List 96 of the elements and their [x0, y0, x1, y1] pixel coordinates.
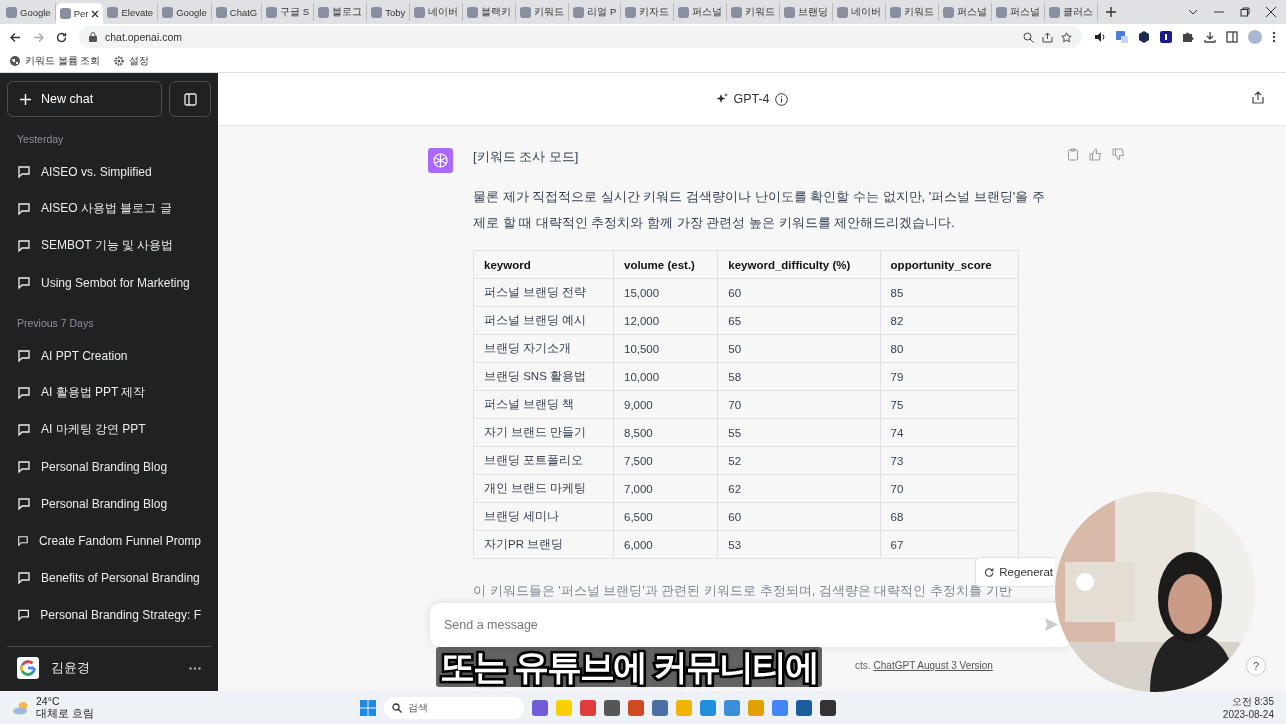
browser-tab[interactable]: 브랜딩: [780, 3, 834, 21]
table-cell: 퍼스널 브랜딩 예시: [473, 306, 614, 335]
chat-history-item[interactable]: Personal Branding Blog: [7, 485, 211, 522]
browser-tab[interactable]: 퍼스널: [939, 3, 993, 21]
chat-history-item[interactable]: Personal Branding Blog: [7, 448, 211, 485]
answer-paragraph: 물론 제가 직접적으로 실시간 키워드 검색량이나 난이도를 확인할 수는 없지만, '퍼스널 브랜딩'을 주제로 할 때 대략적인 추정치와 함께 가장 관련성 높은 키워드를 제안해드리겠습니다.: [473, 188, 1046, 232]
chat-history-item[interactable]: SEMBOT 기능 및 사용법: [7, 227, 211, 264]
version-link[interactable]: ChatGPT August 3 Version: [873, 660, 993, 671]
table-cell: 85: [880, 278, 1019, 307]
chat-history-item[interactable]: AI PPT Creation: [7, 337, 211, 374]
table-cell: 자기PR 브랜딩: [473, 530, 614, 559]
browser-tab[interactable]: Toby: [367, 3, 411, 21]
table-cell: 10,000: [613, 362, 718, 391]
chat-history-item[interactable]: Personal Branding Strategy: F: [7, 596, 211, 633]
table-cell: 브랜딩 세미나: [473, 502, 614, 531]
message-input[interactable]: Send a message: [430, 603, 1072, 647]
browser-tab[interactable]: Per: [55, 3, 104, 24]
table-cell: 7,500: [613, 446, 718, 475]
url-text[interactable]: chat.openai.com: [105, 31, 183, 43]
table-cell: 개인 브랜드 마케팅: [473, 474, 614, 503]
browser-tab[interactable]: 키워드: [727, 3, 781, 21]
table-cell: 82: [880, 306, 1019, 335]
table-cell: 79: [880, 362, 1019, 391]
bookmark-link[interactable]: 설정: [129, 54, 150, 68]
table-cell: 80: [880, 334, 1019, 363]
browser-tab[interactable]: 블랙키: [463, 3, 517, 21]
browser-tab[interactable]: Elevate: [103, 3, 159, 21]
video-caption: 또는 유튜브에 커뮤니티에: [436, 647, 823, 687]
table-cell: 62: [717, 474, 881, 503]
browser-tab[interactable]: 키워드: [516, 3, 570, 21]
user-name[interactable]: 김윤경: [51, 659, 90, 677]
table-cell: 브랜딩 포트폴리오: [473, 446, 614, 475]
table-cell: 50: [717, 334, 881, 363]
clock-time: 오전 8:35: [1230, 695, 1274, 708]
browser-tab[interactable]: 네이버: [833, 3, 887, 21]
taskbar-search-field[interactable]: 검색: [384, 697, 524, 719]
temperature-text: 24°C: [36, 695, 61, 707]
browser-tab[interactable]: 키워드: [886, 3, 940, 21]
table-cell: 68: [880, 502, 1019, 531]
column-header: keyword: [473, 250, 614, 279]
chat-history-item[interactable]: Using Sembot for Marketing: [7, 264, 211, 301]
table-cell: 73: [880, 446, 1019, 475]
section-heading: Previous 7 Days: [16, 316, 95, 331]
chat-history-item[interactable]: AI 활용법 PPT 제작: [7, 374, 211, 411]
table-cell: 브랜딩 자기소개: [473, 334, 614, 363]
table-cell: 58: [717, 362, 881, 391]
chat-history-item[interactable]: AISEO vs. Simplified: [7, 153, 211, 190]
table-cell: 자기 브랜드 만들기: [473, 418, 614, 447]
mode-title: [키워드 조사 모드]: [473, 148, 579, 166]
table-cell: 15,000: [613, 278, 718, 307]
table-cell: 10,500: [613, 334, 718, 363]
table-cell: 9,000: [613, 390, 718, 419]
table-cell: 6,000: [613, 530, 718, 559]
table-cell: 55: [717, 418, 881, 447]
browser-tab[interactable]: Google: [158, 3, 212, 21]
model-name[interactable]: GPT-4: [733, 92, 770, 106]
browser-tab[interactable]: 키자드: [621, 3, 675, 21]
table-cell: 70: [717, 390, 881, 419]
browser-tab[interactable]: 퍼스널: [992, 3, 1046, 21]
section-heading: Yesterday: [16, 132, 65, 147]
table-cell: 퍼스널 브랜딩 책: [473, 390, 614, 419]
chat-history-item[interactable]: Create Fandom Funnel Promp: [7, 522, 211, 559]
chat-history-item[interactable]: Benefits of Personal Branding: [7, 559, 211, 596]
table-cell: 12,000: [613, 306, 718, 335]
browser-tab[interactable]: Google: [2, 3, 56, 21]
browser-tab[interactable]: 리얼 P: [569, 3, 622, 21]
table-cell: 52: [717, 446, 881, 475]
table-cell: 53: [717, 530, 881, 559]
table-cell: 60: [717, 278, 881, 307]
column-header: opportunity_score: [880, 250, 1019, 279]
table-cell: 브랜딩 SNS 활용법: [473, 362, 614, 391]
table-cell: 퍼스널 브랜딩 전략: [473, 278, 614, 307]
footer-text: cts.: [855, 660, 871, 671]
browser-tab[interactable]: ChatG: [211, 3, 263, 21]
chat-history-item[interactable]: AISEO 사용법 블로그 글: [7, 190, 211, 227]
table-cell: 70: [880, 474, 1019, 503]
table-cell: 74: [880, 418, 1019, 447]
table-cell: 7,000: [613, 474, 718, 503]
browser-tab[interactable]: 클러스: [1045, 3, 1099, 21]
table-cell: 8,500: [613, 418, 718, 447]
column-header: volume (est.): [613, 250, 718, 279]
column-header: keyword_difficulty (%): [717, 250, 881, 279]
weather-text: 대체로 흐림: [36, 707, 94, 721]
clock-date: 2023-08-24: [1222, 708, 1274, 721]
browser-tab[interactable]: 구글 S: [262, 3, 315, 21]
table-cell: 60: [717, 502, 881, 531]
bookmark-link[interactable]: 키워드 볼륨 조회: [25, 54, 101, 68]
browser-tab[interactable]: 퍼스널: [674, 3, 728, 21]
help-button[interactable]: ?: [1246, 656, 1266, 676]
new-chat-button[interactable]: New chat: [7, 81, 162, 117]
browser-tab[interactable]: 블로그: [314, 3, 368, 21]
browser-tab[interactable]: 네이버: [410, 3, 464, 21]
table-cell: 65: [717, 306, 881, 335]
table-cell: 6,500: [613, 502, 718, 531]
table-cell: 75: [880, 390, 1019, 419]
chat-history-item[interactable]: AI 마케팅 강연 PPT: [7, 411, 211, 448]
